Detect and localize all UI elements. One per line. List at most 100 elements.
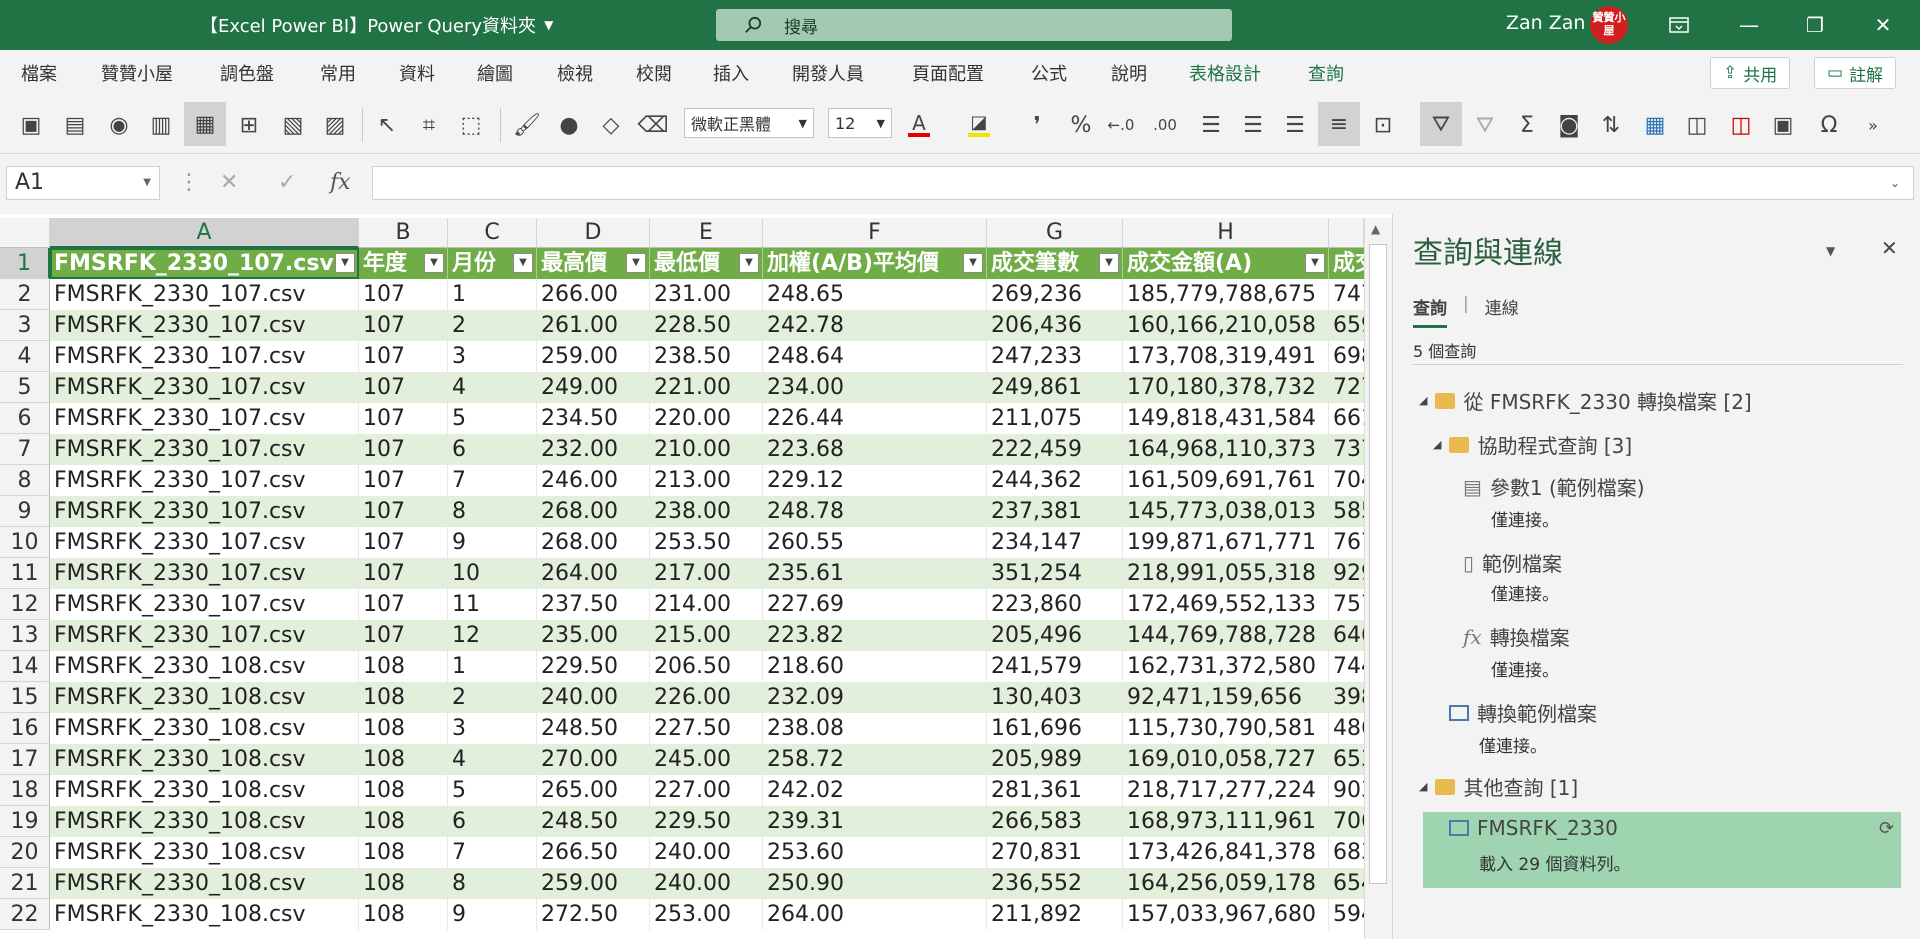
query-item-sample-file[interactable]: ▯ 範例檔案 xyxy=(1463,548,1562,577)
table-cell[interactable]: 238.08 xyxy=(763,713,987,744)
table-cell[interactable]: 235.00 xyxy=(537,620,650,651)
borders-icon[interactable]: ⊡ xyxy=(1368,110,1398,140)
table-cell[interactable]: 164,256,059,178 xyxy=(1123,868,1329,899)
table-cell[interactable]: 253.60 xyxy=(763,837,987,868)
table-cell[interactable]: 214.00 xyxy=(650,589,763,620)
query-item-parameter[interactable]: ▤ 參數1 (範例檔案) xyxy=(1463,472,1645,501)
tab-formulas[interactable]: 公式 xyxy=(1031,60,1067,86)
table-cell[interactable]: 229.50 xyxy=(537,651,650,682)
tab-table-design[interactable]: 表格設計 xyxy=(1189,60,1261,86)
table-cell[interactable]: FMSRFK_2330_107.csv xyxy=(50,465,359,496)
row-header[interactable]: 20 xyxy=(0,837,50,868)
table-cell[interactable]: 205,496 xyxy=(987,620,1123,651)
font-size-select[interactable]: 12 ▼ xyxy=(828,108,892,138)
query-group-other[interactable]: ◢ 其他查詢 [1] xyxy=(1419,772,1578,801)
table-cell[interactable]: 248.78 xyxy=(763,496,987,527)
align-center-icon[interactable]: ☰ xyxy=(1238,110,1268,140)
comments-button[interactable]: ▭ 註解 xyxy=(1814,57,1897,89)
table-cell[interactable]: FMSRFK_2330_107.csv xyxy=(50,527,359,558)
table-cell[interactable]: 107 xyxy=(359,279,448,310)
table-cell[interactable]: FMSRFK_2330_108.csv xyxy=(50,899,359,930)
tab-data[interactable]: 資料 xyxy=(399,60,435,86)
table-cell[interactable]: 144,769,788,728 xyxy=(1123,620,1329,651)
table-cell[interactable]: 227.69 xyxy=(763,589,987,620)
table-cell[interactable]: 9 xyxy=(448,899,537,930)
table-cell[interactable]: 268.00 xyxy=(537,527,650,558)
collapse-triangle-icon[interactable]: ◢ xyxy=(1419,780,1427,793)
table-cell[interactable]: 160,166,210,058 xyxy=(1123,310,1329,341)
table-cell[interactable]: 229.12 xyxy=(763,465,987,496)
table-cell[interactable]: 234,147 xyxy=(987,527,1123,558)
table-cell[interactable]: 107 xyxy=(359,434,448,465)
row-header[interactable]: 11 xyxy=(0,558,50,589)
table-cell[interactable]: 5 xyxy=(448,775,537,806)
table-cell[interactable]: 248.50 xyxy=(537,806,650,837)
table-cell[interactable]: 107 xyxy=(359,496,448,527)
table-cell[interactable]: 234.50 xyxy=(537,403,650,434)
table-cell[interactable]: 108 xyxy=(359,775,448,806)
table-cell[interactable]: 170,180,378,732 xyxy=(1123,372,1329,403)
table-cell[interactable]: 7 xyxy=(448,837,537,868)
clear-filter-icon[interactable]: ⛛ xyxy=(1470,110,1500,140)
tab-developer[interactable]: 開發人員 xyxy=(792,60,864,86)
filter-icon[interactable]: ⛛ xyxy=(1420,102,1462,146)
table-cell[interactable]: 241,579 xyxy=(987,651,1123,682)
table-cell[interactable]: 249.00 xyxy=(537,372,650,403)
table-cell[interactable]: 217.00 xyxy=(650,558,763,589)
table-cell[interactable]: 107 xyxy=(359,527,448,558)
table-cell[interactable]: 248.64 xyxy=(763,341,987,372)
table-cell[interactable]: 162,731,372,580 xyxy=(1123,651,1329,682)
table-cell[interactable]: 272.50 xyxy=(537,899,650,930)
row-header[interactable]: 22 xyxy=(0,899,50,930)
row-header[interactable]: 3 xyxy=(0,310,50,341)
table-cell[interactable]: 115,730,790,581 xyxy=(1123,713,1329,744)
query-item-transform-sample[interactable]: 轉換範例檔案 xyxy=(1449,698,1597,727)
font-name-select[interactable]: 微軟正黑體 ▼ xyxy=(684,108,814,138)
table-cell[interactable]: 240.00 xyxy=(650,837,763,868)
camera-icon[interactable]: ◙ xyxy=(1554,110,1584,140)
filter-dropdown-icon[interactable]: ▼ xyxy=(513,253,533,273)
table-cell[interactable]: 1 xyxy=(448,279,537,310)
table-cell[interactable]: 107 xyxy=(359,589,448,620)
insert-rows-icon[interactable]: ◫ xyxy=(1682,110,1712,140)
table-cell[interactable]: FMSRFK_2330_107.csv xyxy=(50,310,359,341)
queries-connections-icon[interactable]: ▣ xyxy=(16,110,46,140)
tab-queries[interactable]: 查詢 xyxy=(1413,294,1447,328)
tab-file[interactable]: 檔案 xyxy=(21,60,57,86)
autosum-icon[interactable]: Σ xyxy=(1512,110,1542,140)
table-cell[interactable]: FMSRFK_2330_107.csv xyxy=(50,372,359,403)
table-cell[interactable]: 145,773,038,013 xyxy=(1123,496,1329,527)
worksheet-grid[interactable]: A B C D E F G H 1 2 3 4 5 6 7 8 9 10 11 12 13 14 15 16 1… xyxy=(0,218,1392,939)
table-cell[interactable]: 258.72 xyxy=(763,744,987,775)
table-cell[interactable]: 130,403 xyxy=(987,682,1123,713)
filter-dropdown-icon[interactable]: ▼ xyxy=(1305,253,1325,273)
restore-button[interactable]: ❐ xyxy=(1800,12,1830,38)
table-cell[interactable]: 227.50 xyxy=(650,713,763,744)
table-cell[interactable]: 351,254 xyxy=(987,558,1123,589)
table-cell[interactable]: 239.31 xyxy=(763,806,987,837)
table-grid-icon[interactable]: ▦ xyxy=(184,102,226,146)
table-cell[interactable]: 253.50 xyxy=(650,527,763,558)
table-cell[interactable]: 2 xyxy=(448,682,537,713)
row-header[interactable]: 18 xyxy=(0,775,50,806)
table-cell[interactable]: 211,075 xyxy=(987,403,1123,434)
table-cell[interactable]: 4 xyxy=(448,372,537,403)
table-cell[interactable]: FMSRFK_2330_107.csv xyxy=(50,403,359,434)
table-cell[interactable]: 108 xyxy=(359,899,448,930)
table-cell[interactable]: FMSRFK_2330_107.csv xyxy=(50,279,359,310)
form-icon[interactable]: ▣ xyxy=(1768,110,1798,140)
group-objects-icon[interactable]: ⬚ xyxy=(456,110,486,140)
table-cell[interactable]: 218,717,277,224 xyxy=(1123,775,1329,806)
scroll-up-icon[interactable]: ▲ xyxy=(1371,222,1380,236)
column-header[interactable]: A xyxy=(50,218,359,248)
table-cell[interactable]: FMSRFK_2330_108.csv xyxy=(50,744,359,775)
table-cell[interactable]: 242.78 xyxy=(763,310,987,341)
tab-insert[interactable]: 插入 xyxy=(713,60,749,86)
tab-help[interactable]: 說明 xyxy=(1111,60,1147,86)
row-header[interactable]: 6 xyxy=(0,403,50,434)
tab-review[interactable]: 校閱 xyxy=(636,60,672,86)
table-cell[interactable]: 199,871,671,771 xyxy=(1123,527,1329,558)
table-cell[interactable]: 6 xyxy=(448,434,537,465)
edit-links-icon[interactable]: ▥ xyxy=(146,110,176,140)
table-cell[interactable]: 238.50 xyxy=(650,341,763,372)
